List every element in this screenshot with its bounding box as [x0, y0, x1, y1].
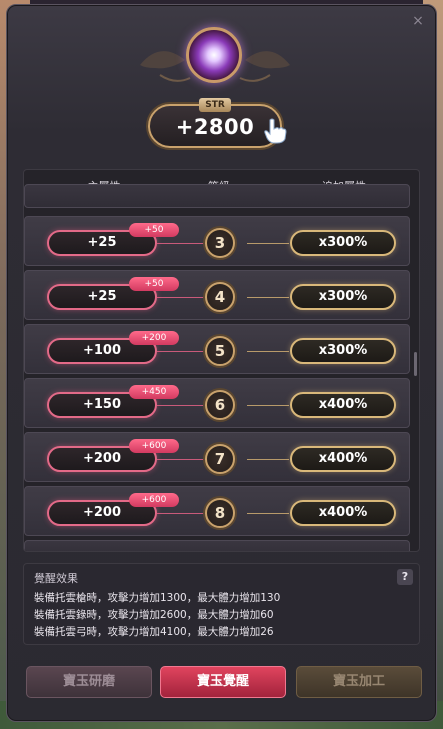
- connector-line: [247, 243, 289, 244]
- hand-cursor-icon: [264, 118, 287, 144]
- main-stat-increase-badge: +450: [129, 385, 179, 399]
- table-row: +200 +600 7 x400%: [24, 432, 410, 482]
- level-badge: 7: [205, 444, 235, 474]
- awakened-jade-gem-icon: [186, 27, 242, 83]
- connector-line: [157, 243, 207, 244]
- level-badge: 4: [205, 282, 235, 312]
- bonus-stat-value: x300%: [290, 284, 396, 310]
- connector-line: [157, 405, 207, 406]
- table-row: +25 +50 4 x300%: [24, 270, 410, 320]
- table-row-partial-top: [24, 184, 410, 208]
- main-stat-increase-badge: +600: [129, 493, 179, 507]
- bonus-stat-value: x300%: [290, 338, 396, 364]
- close-icon[interactable]: ×: [410, 13, 426, 29]
- level-badge: 6: [205, 390, 235, 420]
- jade-polish-button[interactable]: 寶玉研磨: [26, 666, 152, 698]
- table-row-partial-bottom: [24, 540, 410, 551]
- stat-type-tag: STR: [199, 98, 231, 112]
- main-stat-increase-badge: +50: [129, 223, 179, 237]
- bonus-stat-value: x400%: [290, 446, 396, 472]
- bonus-stat-value: x400%: [290, 392, 396, 418]
- connector-line: [247, 513, 289, 514]
- connector-line: [247, 297, 289, 298]
- connector-line: [247, 459, 289, 460]
- level-badge: 3: [205, 228, 235, 258]
- bonus-stat-value: x300%: [290, 230, 396, 256]
- level-badge: 5: [205, 336, 235, 366]
- connector-line: [247, 405, 289, 406]
- connector-line: [157, 297, 207, 298]
- table-row: +150 +450 6 x400%: [24, 378, 410, 428]
- connector-line: [157, 459, 207, 460]
- effect-title: 覺醒效果: [34, 572, 78, 585]
- main-stat-increase-badge: +200: [129, 331, 179, 345]
- awakening-effect-panel: 覺醒效果 ? 裝備托雲槍時，攻擊力增加1300，最大體力增加130 裝備托雲錄時…: [23, 563, 420, 645]
- effect-line: 裝備托雲弓時，攻擊力增加4100，最大體力增加26: [34, 626, 274, 638]
- effect-line: 裝備托雲錄時，攻擊力增加2600，最大體力增加60: [34, 609, 274, 621]
- table-scrollbar[interactable]: [414, 352, 417, 376]
- help-button[interactable]: ?: [397, 569, 413, 585]
- bonus-stat-value: x400%: [290, 500, 396, 526]
- jade-awaken-button[interactable]: 寶玉覺醒: [160, 666, 286, 698]
- connector-line: [157, 513, 207, 514]
- table-row: +25 +50 3 x300%: [24, 216, 410, 266]
- table-row: +200 +600 8 x400%: [24, 486, 410, 536]
- level-badge: 8: [205, 498, 235, 528]
- table-row: +100 +200 5 x300%: [24, 324, 410, 374]
- jade-process-button[interactable]: 寶玉加工: [296, 666, 422, 698]
- total-stat-value: +2800: [175, 115, 255, 139]
- awakening-level-table: 主屬性 等級 追加屬性 +25 +50 3 x300% +25 +50 4 x3…: [23, 169, 420, 552]
- main-stat-increase-badge: +50: [129, 277, 179, 291]
- connector-line: [157, 351, 207, 352]
- connector-line: [247, 351, 289, 352]
- main-stat-increase-badge: +600: [129, 439, 179, 453]
- effect-line: 裝備托雲槍時，攻擊力增加1300，最大體力增加130: [34, 592, 281, 604]
